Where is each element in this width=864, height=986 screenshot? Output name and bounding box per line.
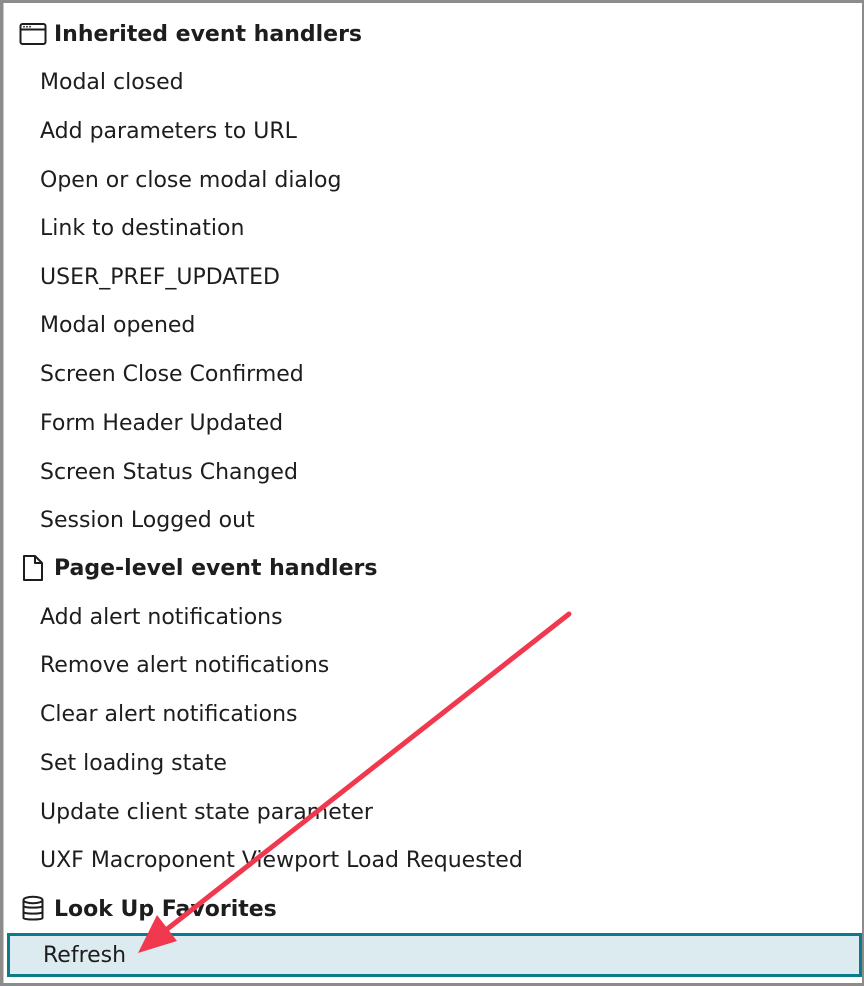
menu-item-add-parameters-to-url[interactable]: Add parameters to URL: [40, 111, 297, 151]
menu-item-form-header-updated[interactable]: Form Header Updated: [40, 403, 283, 443]
menu-item-remove-alert-notifications[interactable]: Remove alert notifications: [40, 645, 329, 685]
menu-item-modal-opened[interactable]: Modal opened: [40, 305, 195, 345]
group-label: Page-level event handlers: [54, 555, 378, 581]
event-handler-menu: Inherited event handlers Modal closed Ad…: [3, 3, 862, 983]
menu-item-screen-status-changed[interactable]: Screen Status Changed: [40, 452, 298, 492]
menu-item-user-pref-updated[interactable]: USER_PREF_UPDATED: [40, 257, 280, 297]
menu-item-clear-alert-notifications[interactable]: Clear alert notifications: [40, 694, 298, 734]
menu-item-update-client-state-parameter[interactable]: Update client state parameter: [40, 792, 373, 832]
menu-item-open-or-close-modal-dialog[interactable]: Open or close modal dialog: [40, 160, 341, 200]
menu-item-refresh[interactable]: Refresh: [7, 933, 862, 977]
menu-item-session-logged-out[interactable]: Session Logged out: [40, 500, 255, 540]
menu-item-screen-close-confirmed[interactable]: Screen Close Confirmed: [40, 354, 304, 394]
group-header-look-up-favorites: Look Up Favorites: [18, 889, 277, 929]
menu-item-add-alert-notifications[interactable]: Add alert notifications: [40, 597, 283, 637]
menu-item-uxf-macroponent-viewport-load-requested[interactable]: UXF Macroponent Viewport Load Requested: [40, 840, 523, 880]
group-label: Inherited event handlers: [54, 21, 363, 47]
menu-item-set-loading-state[interactable]: Set loading state: [40, 743, 227, 783]
menu-item-link-to-destination[interactable]: Link to destination: [40, 208, 244, 248]
window-icon: [18, 19, 48, 49]
document-icon: [18, 553, 48, 583]
group-header-page-level: Page-level event handlers: [18, 548, 377, 588]
group-header-inherited: Inherited event handlers: [18, 14, 362, 54]
database-icon: [18, 894, 48, 924]
menu-item-modal-closed[interactable]: Modal closed: [40, 62, 184, 102]
group-label: Look Up Favorites: [54, 896, 277, 922]
